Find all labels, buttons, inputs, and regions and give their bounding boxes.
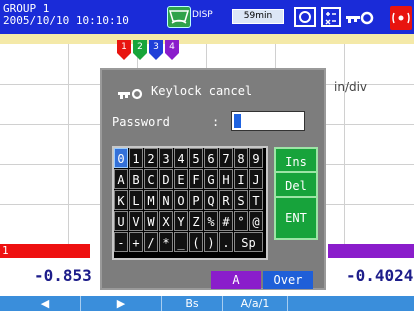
password-label: Password (112, 115, 170, 129)
key-4-0[interactable]: - (114, 232, 128, 252)
key-4-7[interactable]: . (219, 232, 233, 252)
key-3-4[interactable]: Y (174, 211, 188, 231)
channel-4-bar (328, 244, 414, 258)
channel-4-value: -0.4024 (346, 266, 414, 285)
channel-1-tag: 1 (2, 244, 9, 257)
key-2-2[interactable]: M (144, 190, 158, 210)
key-0-0[interactable]: 0 (114, 148, 128, 168)
key-1-4[interactable]: E (174, 169, 188, 189)
key-2-4[interactable]: O (174, 190, 188, 210)
key-2-0[interactable]: K (114, 190, 128, 210)
overwrite-mode-indicator: Over (263, 271, 313, 289)
key-1-5[interactable]: F (189, 169, 203, 189)
text-cursor (234, 114, 241, 128)
key-1-2[interactable]: C (144, 169, 158, 189)
math-icon (321, 7, 341, 27)
key-1-7[interactable]: H (219, 169, 233, 189)
key-2-1[interactable]: L (129, 190, 143, 210)
key-4-8[interactable]: Sp (234, 232, 263, 252)
key-1-9[interactable]: J (249, 169, 263, 189)
password-input[interactable] (231, 111, 305, 131)
key-2-3[interactable]: N (159, 190, 173, 210)
key-4-3[interactable]: * (159, 232, 173, 252)
key-2-5[interactable]: P (189, 190, 203, 210)
key-0-2[interactable]: 2 (144, 148, 158, 168)
key-1-6[interactable]: G (204, 169, 218, 189)
key-3-5[interactable]: Z (189, 211, 203, 231)
datetime: 2005/10/10 10:10:10 (3, 14, 129, 27)
key-3-0[interactable]: U (114, 211, 128, 231)
key-4-4[interactable]: _ (174, 232, 188, 252)
channel-1-value: -0.853 (34, 266, 92, 285)
key-2-9[interactable]: T (249, 190, 263, 210)
key-4-2[interactable]: / (144, 232, 158, 252)
key-0-4[interactable]: 4 (174, 148, 188, 168)
key-0-9[interactable]: 9 (249, 148, 263, 168)
key-2-7[interactable]: R (219, 190, 233, 210)
key-0-8[interactable]: 8 (234, 148, 248, 168)
enter-button[interactable]: ENT (274, 196, 318, 240)
key-2-8[interactable]: S (234, 190, 248, 210)
key-1-0[interactable]: A (114, 169, 128, 189)
key-3-8[interactable]: ° (234, 211, 248, 231)
key-0-5[interactable]: 5 (189, 148, 203, 168)
key-0-6[interactable]: 6 (204, 148, 218, 168)
key-1-1[interactable]: B (129, 169, 143, 189)
scale-units: in/div (334, 80, 368, 94)
disp-label: DISP (192, 10, 213, 20)
softkey-backspace[interactable]: Bs (162, 296, 223, 311)
key-4-1[interactable]: + (129, 232, 143, 252)
softkey-right[interactable]: ▶ (81, 296, 162, 311)
key-3-1[interactable]: V (129, 211, 143, 231)
key-icon (118, 86, 148, 105)
key-0-7[interactable]: 7 (219, 148, 233, 168)
key-1-8[interactable]: I (234, 169, 248, 189)
key-4-6[interactable]: ) (204, 232, 218, 252)
marker-strip (0, 34, 414, 44)
char-type-indicator: A (211, 271, 261, 289)
key-0-1[interactable]: 1 (129, 148, 143, 168)
key-3-7[interactable]: # (219, 211, 233, 231)
key-2-6[interactable]: Q (204, 190, 218, 210)
time-div-box: 59min (232, 9, 284, 24)
password-colon: : (212, 115, 220, 129)
channel-1-bar (0, 244, 90, 258)
key-3-3[interactable]: X (159, 211, 173, 231)
key-3-6[interactable]: % (204, 211, 218, 231)
key-3-2[interactable]: W (144, 211, 158, 231)
key-3-9[interactable]: @ (249, 211, 263, 231)
alarm-icon (390, 6, 412, 30)
key-0-3[interactable]: 3 (159, 148, 173, 168)
softkey-left[interactable]: ◀ (10, 296, 81, 311)
record-icon (294, 7, 316, 27)
dialog-title: Keylock cancel (151, 84, 253, 98)
key-4-5[interactable]: ( (189, 232, 203, 252)
key-icon (345, 10, 381, 29)
softkey-char-mode[interactable]: A/a/1 (223, 296, 288, 311)
key-1-3[interactable]: D (159, 169, 173, 189)
disp-icon[interactable] (167, 6, 191, 28)
